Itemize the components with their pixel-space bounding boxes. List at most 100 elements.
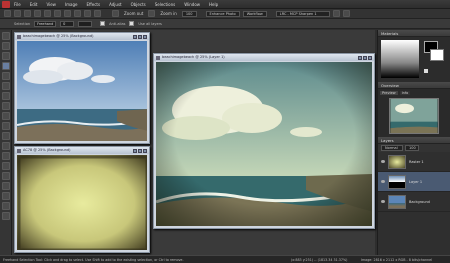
zoom-in-icon[interactable] xyxy=(148,10,156,17)
overview-tabs: Preview Info xyxy=(380,91,411,95)
color-changer-tool-icon[interactable] xyxy=(1,182,10,190)
enhance-photo-dropdown[interactable]: Enhance Photo xyxy=(205,10,240,17)
mode-dropdown[interactable] xyxy=(78,20,93,27)
undo-icon[interactable] xyxy=(44,10,51,17)
image-icon xyxy=(156,55,160,60)
zoom-tool-icon[interactable] xyxy=(1,42,10,50)
tab-info[interactable]: Info xyxy=(399,91,411,95)
layer-row[interactable]: Background xyxy=(378,192,450,212)
image-canvas[interactable] xyxy=(156,62,372,226)
zoom-in-label[interactable]: Zoom in xyxy=(158,11,178,16)
tab-preview[interactable]: Preview xyxy=(380,91,398,95)
menu-view[interactable]: View xyxy=(46,2,56,7)
text-tool-icon[interactable] xyxy=(1,192,10,200)
freehand-selection-tool-icon[interactable] xyxy=(1,62,10,70)
minimize-icon[interactable] xyxy=(358,55,362,60)
selection-type-dropdown[interactable]: Freehand xyxy=(34,20,57,27)
layer-name[interactable]: Layer 1 xyxy=(409,180,422,184)
pen-tool-icon[interactable] xyxy=(1,212,10,220)
new-file-icon[interactable] xyxy=(4,10,11,17)
straighten-tool-icon[interactable] xyxy=(1,102,10,110)
pan-tool-icon[interactable] xyxy=(1,32,10,40)
redo-icon[interactable] xyxy=(54,10,61,17)
script-dropdown[interactable]: LRC - MCP Sharpen 1 xyxy=(275,10,330,17)
menu-edit[interactable]: Edit xyxy=(30,2,38,7)
feather-field[interactable]: 0 xyxy=(60,20,75,27)
all-tools-checkbox[interactable] xyxy=(424,69,428,73)
red-eye-tool-icon[interactable] xyxy=(1,112,10,120)
layer-row[interactable]: Raster 1 xyxy=(378,152,450,172)
menu-window[interactable]: Window xyxy=(184,2,200,7)
smudge-tool-icon[interactable] xyxy=(1,152,10,160)
copy-icon[interactable] xyxy=(74,10,81,17)
image-window-texture[interactable]: AC78 @ 25% (Background) xyxy=(14,146,150,253)
menu-bar: File Edit View Image Effects Adjust Obje… xyxy=(0,0,450,9)
cut-icon[interactable] xyxy=(64,10,71,17)
menu-file[interactable]: File xyxy=(14,2,21,7)
move-tool-icon[interactable] xyxy=(1,72,10,80)
workflow-dropdown[interactable]: Workflow xyxy=(242,10,267,17)
zoom-out-label[interactable]: Zoom out xyxy=(122,11,145,16)
minimize-icon[interactable] xyxy=(133,34,137,39)
paste-icon[interactable] xyxy=(84,10,91,17)
run-script-icon[interactable] xyxy=(332,10,340,17)
overview-panel-header[interactable]: Overview xyxy=(378,82,450,89)
image-window-composite[interactable]: beachimagebeach @ 25% (Layer 1) xyxy=(153,53,375,229)
image-canvas[interactable] xyxy=(17,41,147,141)
visibility-eye-icon[interactable] xyxy=(381,200,385,203)
print-icon[interactable] xyxy=(34,10,41,17)
deform-tool-icon[interactable] xyxy=(1,52,10,60)
image-window-beach-background[interactable]: beachimagebeach @ 25% (Background) xyxy=(14,32,150,144)
window-title-bar[interactable]: beachimagebeach @ 25% (Layer 1) xyxy=(154,54,374,61)
window-title: AC78 @ 25% (Background) xyxy=(23,148,71,152)
overview-thumbnail[interactable] xyxy=(389,98,439,134)
background-color-swatch[interactable] xyxy=(430,49,444,61)
blend-mode-dropdown[interactable]: Normal xyxy=(381,145,403,151)
close-icon[interactable] xyxy=(143,34,147,39)
image-canvas[interactable] xyxy=(17,155,147,250)
layer-name[interactable]: Background xyxy=(409,200,430,204)
menu-objects[interactable]: Objects xyxy=(131,2,146,7)
fill-tool-icon[interactable] xyxy=(1,172,10,180)
menu-effects[interactable]: Effects xyxy=(86,2,100,7)
close-icon[interactable] xyxy=(143,148,147,153)
save-icon[interactable] xyxy=(24,10,31,17)
clone-brush-tool-icon[interactable] xyxy=(1,132,10,140)
visibility-eye-icon[interactable] xyxy=(381,160,385,163)
edit-script-icon[interactable] xyxy=(342,10,350,17)
window-title-bar[interactable]: beachimagebeach @ 25% (Background) xyxy=(15,33,149,40)
color-spectrum[interactable] xyxy=(381,40,419,78)
materials-panel-header[interactable]: Materials xyxy=(378,30,450,37)
maximize-icon[interactable] xyxy=(363,55,367,60)
layers-toolbar: Normal 100 xyxy=(378,144,450,152)
window-title-bar[interactable]: AC78 @ 25% (Background) xyxy=(15,147,149,154)
paint-brush-tool-icon[interactable] xyxy=(1,122,10,130)
menu-adjust[interactable]: Adjust xyxy=(109,2,122,7)
minimize-icon[interactable] xyxy=(133,148,137,153)
layers-panel-header[interactable]: Layers xyxy=(378,137,450,144)
eraser-tool-icon[interactable] xyxy=(1,162,10,170)
use-all-layers-checkbox[interactable] xyxy=(129,21,135,26)
browse-icon[interactable] xyxy=(94,10,101,17)
close-icon[interactable] xyxy=(368,55,372,60)
layer-name[interactable]: Raster 1 xyxy=(409,160,424,164)
menu-selections[interactable]: Selections xyxy=(155,2,176,7)
selection-mode-label: Selection xyxy=(14,21,31,26)
maximize-icon[interactable] xyxy=(138,148,142,153)
menu-help[interactable]: Help xyxy=(209,2,218,7)
zoom-value-field[interactable]: 100 xyxy=(181,10,197,17)
shape-tool-icon[interactable] xyxy=(1,202,10,210)
visibility-eye-icon[interactable] xyxy=(381,180,385,183)
opacity-field[interactable]: 100 xyxy=(405,145,419,151)
tools-palette xyxy=(0,30,12,255)
dodge-tool-icon[interactable] xyxy=(1,142,10,150)
maximize-icon[interactable] xyxy=(138,34,142,39)
antialias-checkbox[interactable] xyxy=(100,21,106,26)
layer-row[interactable]: Layer 1 xyxy=(378,172,450,192)
open-file-icon[interactable] xyxy=(14,10,21,17)
zoom-out-icon[interactable] xyxy=(112,10,119,17)
crop-tool-icon[interactable] xyxy=(1,92,10,100)
dropper-tool-icon[interactable] xyxy=(1,82,10,90)
window-controls xyxy=(133,148,147,153)
menu-image[interactable]: Image xyxy=(65,2,78,7)
